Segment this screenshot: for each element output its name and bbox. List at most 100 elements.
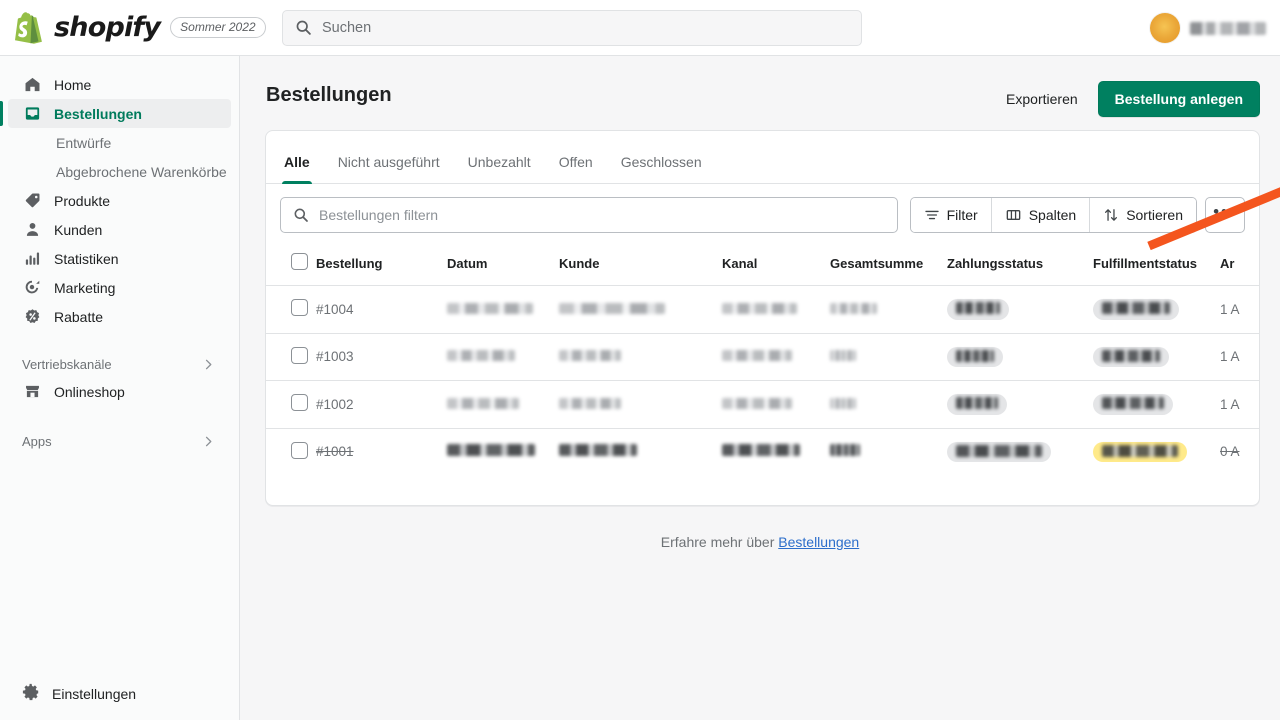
cell-order-number: #1001 — [316, 444, 354, 460]
sidebar-subitem-label: Abgebrochene Warenkörbe — [56, 163, 227, 180]
sidebar-item-onlineshop[interactable]: Onlineshop — [8, 377, 231, 406]
sidebar-item-marketing[interactable]: Marketing — [8, 273, 231, 302]
select-all-checkbox[interactable] — [291, 253, 308, 270]
cell-order-number: #1002 — [316, 380, 447, 429]
sort-button[interactable]: Sortieren — [1090, 197, 1196, 232]
person-icon — [22, 220, 42, 240]
row-checkbox[interactable] — [291, 394, 308, 412]
sidebar-item-label: Kunden — [54, 221, 103, 238]
export-button[interactable]: Exportieren — [994, 83, 1090, 115]
cell-order-number: #1003 — [316, 333, 447, 381]
cell-items: 0 A — [1220, 444, 1240, 460]
sidebar-item-rabatte[interactable]: Rabatte — [8, 302, 231, 331]
sidebar-group-vertriebskanaele[interactable]: Vertriebskanäle — [8, 351, 231, 377]
user-menu[interactable] — [1150, 0, 1266, 56]
sidebar-item-statistiken[interactable]: Statistiken — [8, 244, 231, 273]
cell-fulfillment-status-redacted — [1093, 285, 1220, 334]
column-header-artikel[interactable]: Ar — [1220, 245, 1259, 286]
sidebar-item-label: Produkte — [54, 192, 111, 209]
tab-offen[interactable]: Offen — [545, 155, 607, 183]
global-search-placeholder: Suchen — [322, 19, 372, 36]
sort-button-label: Sortieren — [1126, 206, 1183, 223]
global-search-input[interactable]: Suchen — [282, 9, 862, 46]
search-icon — [294, 208, 308, 222]
tab-geschlossen[interactable]: Geschlossen — [607, 155, 716, 183]
shopify-bag-icon — [15, 11, 42, 44]
table-toolbar: Bestellungen filtern Filter Spalten Sort… — [266, 184, 1259, 245]
tag-icon — [22, 191, 42, 211]
order-status-tabs: Alle Nicht ausgeführt Unbezahlt Offen Ge… — [266, 131, 1259, 184]
sidebar-group-label: Vertriebskanäle — [22, 356, 112, 372]
cell-total-redacted — [830, 380, 947, 429]
cell-date-redacted — [447, 428, 559, 475]
select-all-cell — [266, 245, 316, 286]
sidebar-subitem-entwuerfe[interactable]: Entwürfe — [8, 128, 231, 157]
avatar[interactable] — [1150, 13, 1180, 43]
table-row[interactable]: #1004 1 A — [266, 285, 1259, 334]
columns-icon — [1006, 209, 1021, 220]
sidebar-item-bestellungen[interactable]: Bestellungen — [0, 99, 231, 128]
megaphone-target-icon — [22, 278, 42, 298]
filter-orders-input[interactable]: Bestellungen filtern — [280, 196, 898, 233]
table-row[interactable]: #1003 1 A — [266, 333, 1259, 381]
sidebar-item-produkte[interactable]: Produkte — [8, 186, 231, 215]
sidebar-item-label: Einstellungen — [52, 685, 137, 702]
cell-items: 1 A — [1220, 333, 1259, 381]
sidebar-item-einstellungen[interactable]: Einstellungen — [0, 683, 240, 704]
tab-nicht-ausgefuehrt[interactable]: Nicht ausgeführt — [324, 155, 454, 183]
cell-payment-status-redacted — [947, 428, 1093, 475]
discount-percent-icon — [22, 307, 42, 327]
cell-customer-redacted — [559, 380, 722, 429]
filter-button-label: Filter — [946, 206, 978, 223]
create-order-button[interactable]: Bestellung anlegen — [1097, 81, 1260, 117]
gear-icon — [22, 683, 40, 704]
sidebar-item-kunden[interactable]: Kunden — [8, 215, 231, 244]
columns-button[interactable]: Spalten — [991, 197, 1091, 232]
cell-fulfillment-status-redacted — [1093, 428, 1220, 475]
cell-payment-status-redacted — [947, 285, 1093, 334]
sidebar-item-label: Onlineshop — [54, 383, 125, 400]
column-header-bestellung[interactable]: Bestellung — [316, 245, 447, 286]
row-checkbox[interactable] — [291, 299, 308, 317]
brand-wordmark: shopify — [54, 12, 161, 43]
season-badge: Sommer 2022 — [170, 17, 266, 38]
tab-unbezahlt[interactable]: Unbezahlt — [454, 155, 545, 183]
table-row[interactable]: #1001 0 A — [266, 428, 1259, 475]
sidebar-group-apps[interactable]: Apps — [8, 428, 231, 454]
learn-more-text: Erfahre mehr über — [660, 534, 775, 550]
storefront-icon — [22, 382, 42, 402]
cell-total-redacted — [830, 428, 947, 475]
cell-channel-redacted — [722, 428, 830, 475]
sidebar-item-label: Bestellungen — [54, 105, 142, 122]
cell-channel-redacted — [722, 285, 830, 334]
sidebar-item-label: Statistiken — [54, 250, 119, 267]
cell-fulfillment-status-redacted — [1093, 333, 1220, 381]
cell-total-redacted — [830, 333, 947, 381]
sidebar-subitem-abgebrochene-warenkoerbe[interactable]: Abgebrochene Warenkörbe — [8, 157, 231, 186]
sort-arrows-icon — [1105, 208, 1118, 221]
row-checkbox[interactable] — [291, 441, 308, 459]
column-header-kunde[interactable]: Kunde — [559, 245, 722, 286]
bar-chart-icon — [22, 249, 42, 269]
table-row[interactable]: #1002 1 A — [266, 380, 1259, 429]
top-bar: shopify Sommer 2022 Suchen — [0, 0, 1280, 56]
column-header-zahlungsstatus[interactable]: Zahlungsstatus — [947, 245, 1093, 286]
table-actions-group: Filter Spalten Sortieren — [909, 196, 1197, 233]
column-header-datum[interactable]: Datum — [447, 245, 559, 286]
learn-more-link[interactable]: Bestellungen — [778, 534, 859, 550]
column-header-kanal[interactable]: Kanal — [722, 245, 830, 286]
filter-orders-placeholder: Bestellungen filtern — [319, 206, 439, 223]
sidebar-item-home[interactable]: Home — [8, 70, 231, 99]
column-header-gesamtsumme[interactable]: Gesamtsumme — [830, 245, 947, 286]
more-actions-button[interactable]: ••• — [1205, 196, 1245, 233]
column-header-fulfillmentstatus[interactable]: Fulfillmentstatus — [1093, 245, 1220, 286]
home-icon — [22, 75, 42, 95]
cell-customer-redacted — [559, 333, 722, 381]
sidebar-item-label: Home — [54, 76, 92, 93]
tab-alle[interactable]: Alle — [270, 155, 324, 184]
main-content: Bestellungen Exportieren Bestellung anle… — [240, 56, 1280, 720]
cell-fulfillment-status-redacted — [1093, 380, 1220, 429]
filter-button[interactable]: Filter — [910, 197, 992, 232]
brand-area[interactable]: shopify Sommer 2022 — [0, 11, 282, 44]
row-checkbox[interactable] — [291, 346, 308, 364]
